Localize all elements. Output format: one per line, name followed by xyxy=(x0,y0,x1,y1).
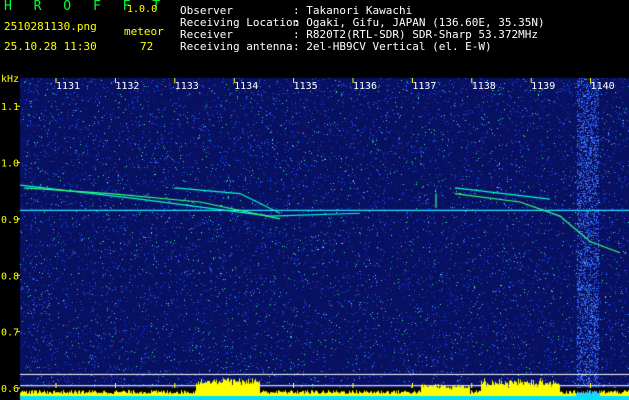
x-tick-label: 1136 xyxy=(353,81,377,92)
axis-overlay: 1.11.00.90.80.70.6 1131 1132 1133 1134 1135 1… xyxy=(1,78,615,395)
x-axis: 1131 1132 1133 1134 1135 1136 1137 1138 1139 1140 xyxy=(55,78,615,388)
y-tick-label: 0.6 xyxy=(1,384,19,395)
y-tick-label: 1.1 xyxy=(1,102,19,113)
y-tick-label: 0.8 xyxy=(1,271,19,282)
date-time: 25.10.28 11:30 xyxy=(4,40,97,53)
hroft-window: 1.1 1.0 0.9 0.8 0.7 0.6 1131 1132 1133 1134 1135 1… xyxy=(0,0,629,400)
x-tick-label: 1131 xyxy=(56,81,80,92)
x-tick-label: 1134 xyxy=(234,81,258,92)
x-tick-label: 1137 xyxy=(412,81,436,92)
app-version: 1.0.0 xyxy=(127,4,158,15)
x-tick-label: 1140 xyxy=(591,81,615,92)
y-tick-label: 0.7 xyxy=(1,328,19,339)
y-tick-label: 1.0 xyxy=(1,159,19,170)
x-tick-label: 1138 xyxy=(472,81,496,92)
x-tick-label: 1135 xyxy=(294,81,318,92)
axis-unit: kHz xyxy=(1,74,20,85)
x-tick-label: 1133 xyxy=(175,81,199,92)
y-axis: 1.1 1.0 0.9 0.8 0.7 0.6 xyxy=(1,102,20,395)
meteor-count: 72 xyxy=(140,40,154,53)
x-tick-label: 1139 xyxy=(531,81,555,92)
info-value-antenna: : 2el-HB9CV Vertical (el. E-W) xyxy=(293,40,492,53)
y-tick-label: 0.9 xyxy=(1,215,19,226)
x-tick-label: 1132 xyxy=(115,81,139,92)
file-name: 2510281130.png xyxy=(4,20,97,33)
info-label-antenna: Receiving antenna xyxy=(180,40,293,53)
meteor-label: meteor xyxy=(124,25,164,38)
